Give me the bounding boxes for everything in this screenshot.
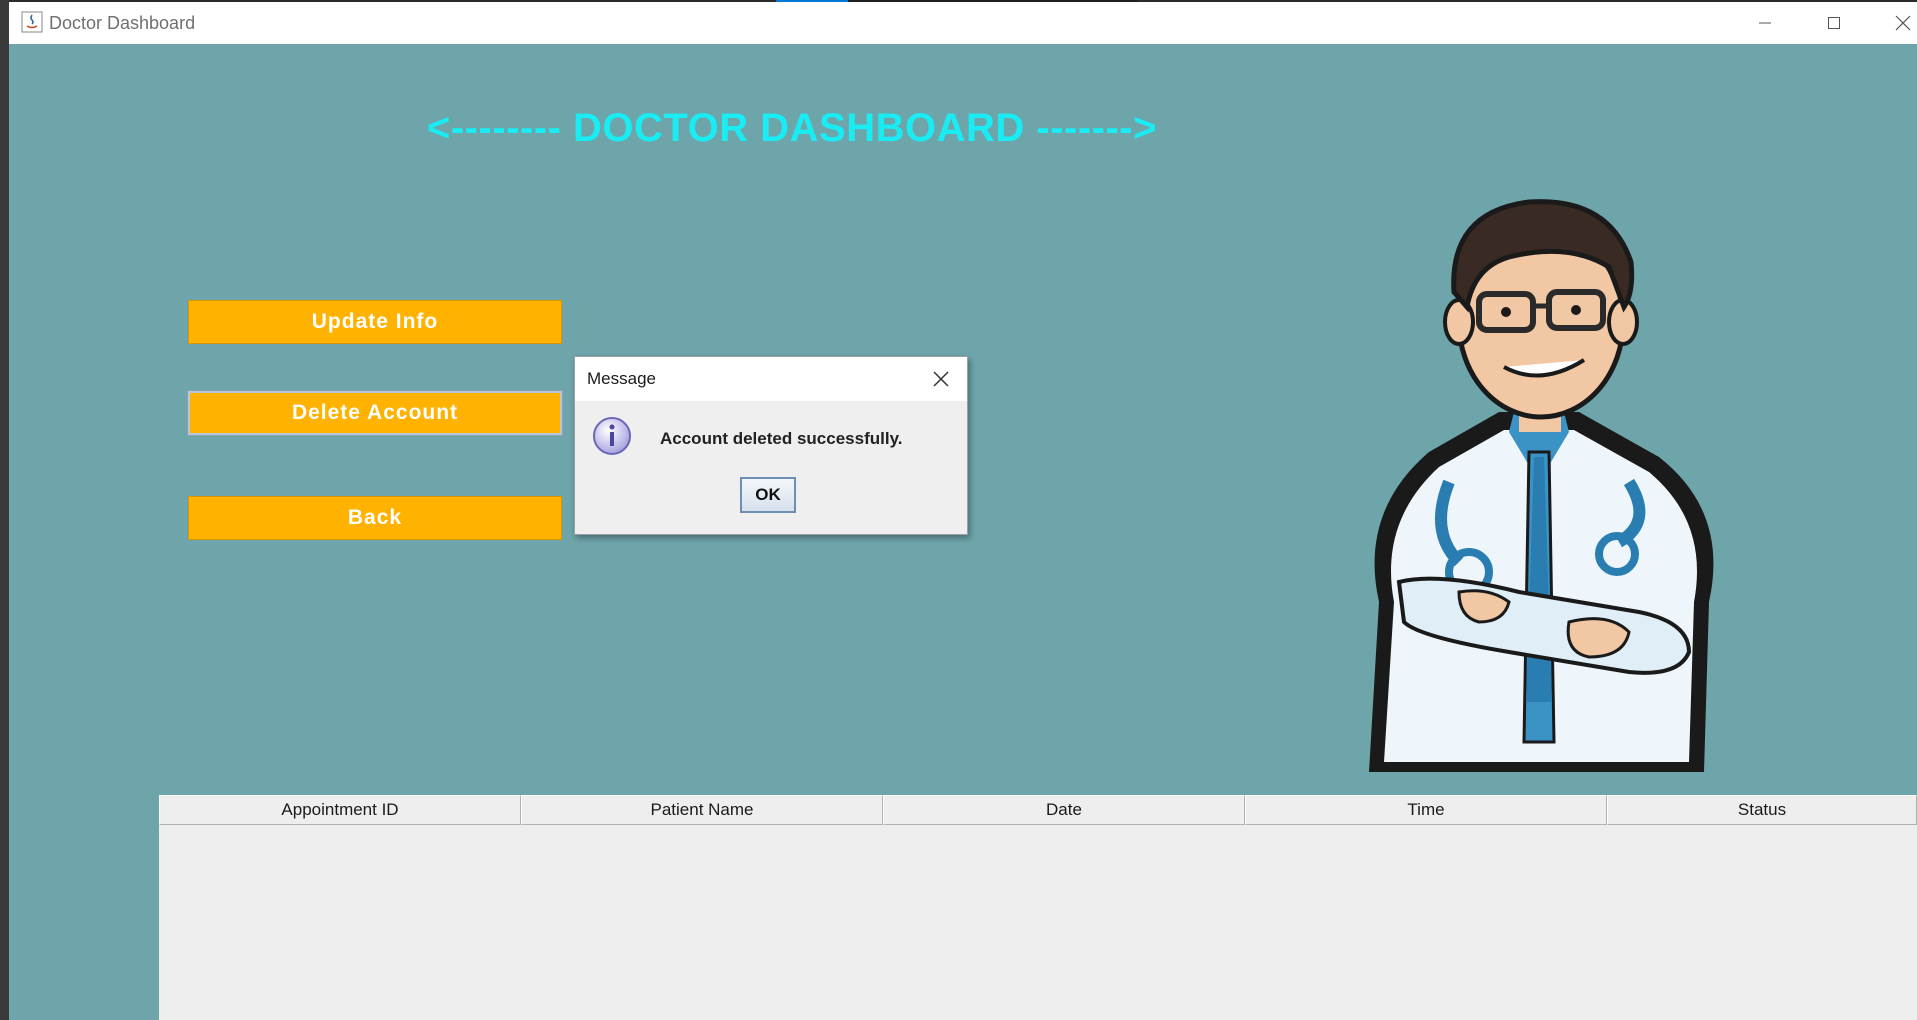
table-header: Appointment ID Patient Name Date Time St… bbox=[159, 795, 1917, 825]
info-icon bbox=[593, 417, 631, 455]
delete-account-button[interactable]: Delete Account bbox=[187, 390, 563, 436]
column-header-date[interactable]: Date bbox=[883, 795, 1245, 825]
maximize-button[interactable] bbox=[1800, 2, 1868, 44]
minimize-button[interactable] bbox=[1731, 2, 1799, 44]
doctor-illustration bbox=[1369, 199, 1714, 772]
column-header-appointment-id[interactable]: Appointment ID bbox=[159, 795, 521, 825]
close-icon bbox=[1895, 15, 1911, 31]
minimize-icon bbox=[1759, 22, 1771, 24]
window-title: Doctor Dashboard bbox=[49, 13, 196, 33]
dialog-titlebar: Message bbox=[575, 357, 967, 401]
column-header-status[interactable]: Status bbox=[1607, 795, 1917, 825]
ok-button[interactable]: OK bbox=[740, 477, 796, 513]
desktop-left-edge bbox=[0, 0, 9, 1020]
java-app-icon bbox=[21, 11, 43, 33]
window-titlebar: Doctor Dashboard bbox=[9, 2, 1917, 44]
maximize-icon bbox=[1828, 17, 1840, 29]
dialog-close-button[interactable] bbox=[927, 365, 955, 393]
column-header-time[interactable]: Time bbox=[1245, 795, 1607, 825]
column-header-patient-name[interactable]: Patient Name bbox=[521, 795, 883, 825]
close-window-button[interactable] bbox=[1869, 2, 1917, 44]
close-icon bbox=[933, 371, 949, 387]
back-button[interactable]: Back bbox=[188, 496, 562, 540]
message-dialog: Message Account deleted successfully. OK bbox=[574, 356, 968, 535]
app-window: Doctor Dashboard <-------- DOCTOR DASHBO… bbox=[9, 2, 1917, 1020]
appointments-table[interactable]: Appointment ID Patient Name Date Time St… bbox=[159, 795, 1917, 1020]
update-info-button[interactable]: Update Info bbox=[188, 300, 562, 344]
dashboard-heading: <-------- DOCTOR DASHBOARD -------> bbox=[427, 106, 1157, 150]
dialog-message: Account deleted successfully. bbox=[660, 429, 903, 448]
dialog-title: Message bbox=[587, 369, 656, 388]
